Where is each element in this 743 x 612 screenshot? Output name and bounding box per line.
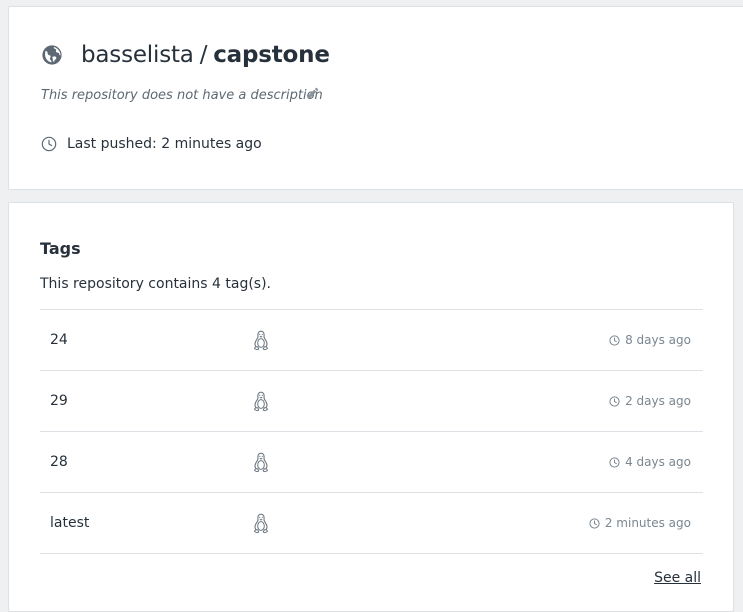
repo-name: capstone	[213, 42, 330, 68]
linux-tux-icon	[253, 330, 269, 351]
tag-time-text: 2 minutes ago	[604, 516, 691, 530]
pencil-icon[interactable]	[306, 86, 320, 100]
tag-time: 4 days ago	[609, 455, 691, 469]
tag-time: 2 days ago	[609, 394, 691, 408]
repo-description: This repository does not have a descript…	[41, 88, 323, 103]
clock-icon	[589, 517, 600, 529]
globe-icon	[42, 45, 62, 65]
tag-time: 8 days ago	[609, 333, 691, 347]
clock-icon	[609, 334, 620, 346]
linux-tux-icon	[253, 391, 269, 412]
linux-tux-icon	[253, 452, 269, 473]
tag-row[interactable]: 28 4 days ago	[40, 432, 703, 493]
tag-name[interactable]: 28	[50, 454, 68, 470]
tags-summary: This repository contains 4 tag(s).	[40, 276, 271, 292]
tag-row[interactable]: latest 2 minutes ago	[40, 493, 703, 554]
see-all-link[interactable]: See all	[654, 570, 701, 586]
tag-name[interactable]: 29	[50, 393, 68, 409]
tag-name[interactable]: latest	[50, 515, 89, 531]
last-pushed-text: Last pushed: 2 minutes ago	[67, 136, 262, 152]
linux-tux-icon	[253, 513, 269, 534]
repo-path-separator: /	[199, 42, 208, 68]
clock-icon	[41, 136, 57, 152]
tag-row[interactable]: 29 2 days ago	[40, 371, 703, 432]
repository-title: basselista / capstone	[41, 42, 330, 68]
repository-header-card: basselista / capstone This repository do…	[8, 6, 743, 190]
tag-list: 24 8 days ago 29 2 days ago 28 4 days ag…	[40, 309, 703, 554]
tag-time-text: 8 days ago	[625, 333, 691, 347]
clock-icon	[609, 395, 620, 407]
tags-heading: Tags	[40, 239, 81, 258]
tag-name[interactable]: 24	[50, 332, 68, 348]
tag-time: 2 minutes ago	[589, 516, 691, 530]
last-pushed-info: Last pushed: 2 minutes ago	[41, 136, 262, 152]
tags-card: Tags This repository contains 4 tag(s). …	[8, 202, 734, 612]
tag-time-text: 4 days ago	[625, 455, 691, 469]
repo-owner[interactable]: basselista	[81, 42, 194, 68]
tag-row[interactable]: 24 8 days ago	[40, 310, 703, 371]
clock-icon	[609, 456, 620, 468]
tag-time-text: 2 days ago	[625, 394, 691, 408]
